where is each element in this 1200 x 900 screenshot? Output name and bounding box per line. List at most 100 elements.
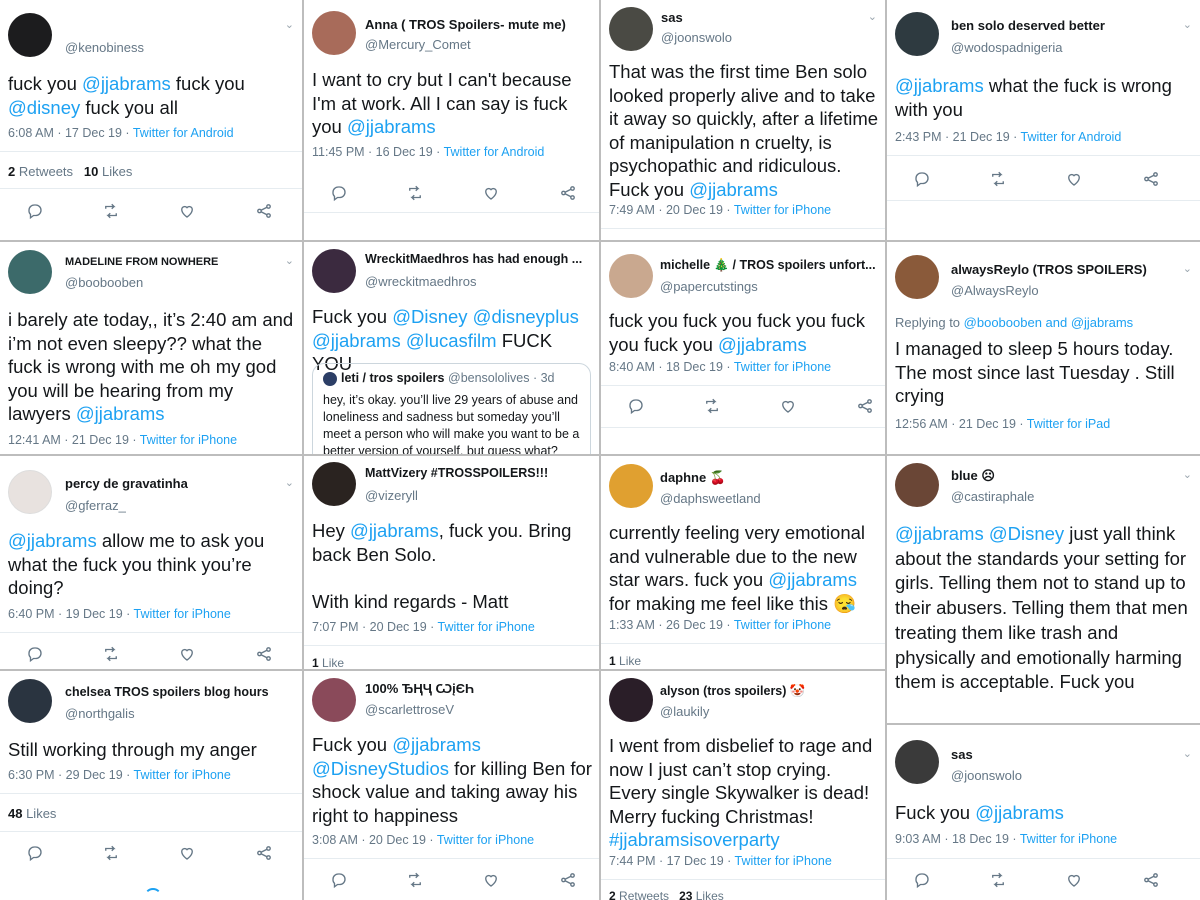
reply-icon[interactable] xyxy=(26,844,44,862)
tweet-card-3[interactable]: sas @joonswolo ⌄ That was the first time… xyxy=(601,0,885,240)
avatar[interactable] xyxy=(609,678,653,722)
mention-link[interactable]: @jjabrams xyxy=(347,116,436,137)
tweet-author-name[interactable]: chelsea TROS spoilers blog hours xyxy=(65,685,269,699)
mention-link[interactable]: @Disney xyxy=(392,306,467,327)
mention-link[interactable]: @jjabrams xyxy=(689,179,778,200)
tweet-author-name[interactable]: daphne 🍒 xyxy=(660,470,726,486)
retweet-icon[interactable] xyxy=(703,397,721,415)
tweet-stats[interactable]: 1 Like xyxy=(312,656,344,669)
mention-link[interactable]: @Disney xyxy=(989,523,1064,544)
tweet-card-11[interactable]: daphne 🍒 @daphsweetland currently feelin… xyxy=(601,456,885,669)
avatar[interactable] xyxy=(312,678,356,722)
tweet-source[interactable]: Twitter for iPad xyxy=(1027,417,1110,431)
tweet-card-2[interactable]: Anna ( TROS Spoilers- mute me) @Mercury_… xyxy=(304,0,599,240)
tweet-stats[interactable]: 1 Like xyxy=(609,654,641,668)
tweet-handle[interactable]: @vizeryll xyxy=(365,488,418,503)
tweet-handle[interactable]: @northgalis xyxy=(65,706,135,721)
like-icon[interactable] xyxy=(1065,170,1083,188)
tweet-source[interactable]: Twitter for Android xyxy=(444,145,545,159)
mention-link[interactable]: @jjabrams xyxy=(975,802,1064,823)
tweet-source[interactable]: Twitter for iPhone xyxy=(140,433,237,447)
chevron-down-icon[interactable]: ⌄ xyxy=(285,254,294,267)
tweet-card-8[interactable]: alwaysReylo (TROS SPOILERS) @AlwaysReylo… xyxy=(887,242,1200,454)
retweet-icon[interactable] xyxy=(406,184,424,202)
tweet-card-13[interactable]: chelsea TROS spoilers blog hours @northg… xyxy=(0,671,302,900)
tweet-source[interactable]: Twitter for iPhone xyxy=(734,618,831,632)
avatar[interactable] xyxy=(8,13,52,57)
reply-icon[interactable] xyxy=(913,871,931,889)
tweet-card-15[interactable]: alyson (tros spoilers) 🤡 @laukily I went… xyxy=(601,671,885,900)
tweet-handle[interactable]: @gferraz_ xyxy=(65,498,126,513)
tweet-author-name[interactable]: blue ☹ xyxy=(951,468,995,484)
avatar[interactable] xyxy=(609,7,653,51)
tweet-source[interactable]: Twitter for iPhone xyxy=(1020,832,1117,846)
avatar[interactable] xyxy=(895,463,939,507)
avatar[interactable] xyxy=(609,254,653,298)
reply-icon[interactable] xyxy=(26,202,44,220)
tweet-handle[interactable]: @laukily xyxy=(660,704,709,719)
tweet-stats[interactable]: 2 Retweets 10 Likes xyxy=(8,164,132,179)
replying-to-users[interactable]: @boobooben and @jjabrams xyxy=(964,315,1134,330)
quoted-tweet[interactable]: leti / tros spoilers @bensololives · 3d … xyxy=(312,363,591,454)
avatar[interactable] xyxy=(609,464,653,508)
retweet-icon[interactable] xyxy=(406,871,424,889)
mention-link[interactable]: @jjabrams xyxy=(82,73,171,94)
like-icon[interactable] xyxy=(779,397,797,415)
tweet-source[interactable]: Twitter for iPhone xyxy=(734,360,831,374)
share-icon[interactable] xyxy=(255,844,273,862)
tweet-card-16[interactable]: sas @joonswolo ⌄ Fuck you @jjabrams 9:03… xyxy=(887,725,1200,900)
avatar[interactable] xyxy=(895,12,939,56)
mention-link[interactable]: @jjabrams xyxy=(392,734,481,755)
tweet-source[interactable]: Twitter for iPhone xyxy=(735,854,832,868)
share-icon[interactable] xyxy=(255,645,273,663)
tweet-author-name[interactable]: alyson (tros spoilers) 🤡 xyxy=(660,684,805,699)
avatar[interactable] xyxy=(8,470,52,514)
mention-link[interactable]: @DisneyStudios xyxy=(312,758,449,779)
tweet-card-10[interactable]: MattVizery #TROSSPOILERS!!! @vizeryll He… xyxy=(304,456,599,669)
avatar[interactable] xyxy=(895,255,939,299)
chevron-down-icon[interactable]: ⌄ xyxy=(1183,468,1192,481)
mention-link[interactable]: @jjabrams xyxy=(350,520,439,541)
share-icon[interactable] xyxy=(1142,170,1160,188)
retweet-icon[interactable] xyxy=(102,202,120,220)
tweet-author-name[interactable]: MattVizery #TROSSPOILERS!!! xyxy=(365,466,548,480)
chevron-down-icon[interactable]: ⌄ xyxy=(285,18,294,31)
tweet-author-name[interactable]: michelle 🎄 / TROS spoilers unfort... xyxy=(660,258,876,273)
share-icon[interactable] xyxy=(255,202,273,220)
tweet-author-name[interactable]: ben solo deserved better xyxy=(951,18,1105,33)
tweet-handle[interactable]: @AlwaysReylo xyxy=(951,283,1039,298)
reply-icon[interactable] xyxy=(913,170,931,188)
tweet-author-name[interactable]: WreckitMaedhros has had enough ... xyxy=(365,252,582,266)
tweet-handle[interactable]: @daphsweetland xyxy=(660,491,761,506)
tweet-stats[interactable]: 48 Likes xyxy=(8,806,56,821)
tweet-source[interactable]: Twitter for Android xyxy=(133,126,234,140)
like-icon[interactable] xyxy=(1065,871,1083,889)
like-icon[interactable] xyxy=(178,844,196,862)
avatar[interactable] xyxy=(312,249,356,293)
tweet-author-name[interactable]: sas xyxy=(951,747,973,762)
tweet-author-name[interactable]: percy de gravatinha xyxy=(65,476,188,491)
share-icon[interactable] xyxy=(559,871,577,889)
tweet-author-name[interactable]: alwaysReylo (TROS SPOILERS) xyxy=(951,262,1147,277)
tweet-handle[interactable]: @castiraphale xyxy=(951,489,1034,504)
tweet-author-name[interactable]: Anna ( TROS Spoilers- mute me) xyxy=(365,17,566,32)
like-icon[interactable] xyxy=(178,645,196,663)
tweet-handle[interactable]: @boobooben xyxy=(65,275,143,290)
mention-link[interactable]: @lucasfilm xyxy=(406,330,497,351)
tweet-author-name[interactable]: sas xyxy=(661,10,683,25)
chevron-down-icon[interactable]: ⌄ xyxy=(1183,18,1192,31)
mention-link[interactable]: @jjabrams xyxy=(8,530,97,551)
tweet-card-1[interactable]: @kenobiness ⌄ fuck you @jjabrams fuck yo… xyxy=(0,0,302,240)
tweet-source[interactable]: Twitter for iPhone xyxy=(734,203,831,217)
share-icon[interactable] xyxy=(559,184,577,202)
chevron-down-icon[interactable]: ⌄ xyxy=(1183,747,1192,760)
mention-link[interactable]: @jjabrams xyxy=(895,523,984,544)
tweet-handle[interactable]: @joonswolo xyxy=(661,30,732,45)
avatar[interactable] xyxy=(895,740,939,784)
tweet-handle[interactable]: @wreckitmaedhros xyxy=(365,274,476,289)
retweet-icon[interactable] xyxy=(989,871,1007,889)
reply-icon[interactable] xyxy=(26,645,44,663)
tweet-handle[interactable]: @joonswolo xyxy=(951,768,1022,783)
tweet-card-14[interactable]: 100% ЂҢҶ ѠįЄҺ @scarlettroseV Fuck you @j… xyxy=(304,671,599,900)
mention-link[interactable]: @disneyplus xyxy=(473,306,579,327)
